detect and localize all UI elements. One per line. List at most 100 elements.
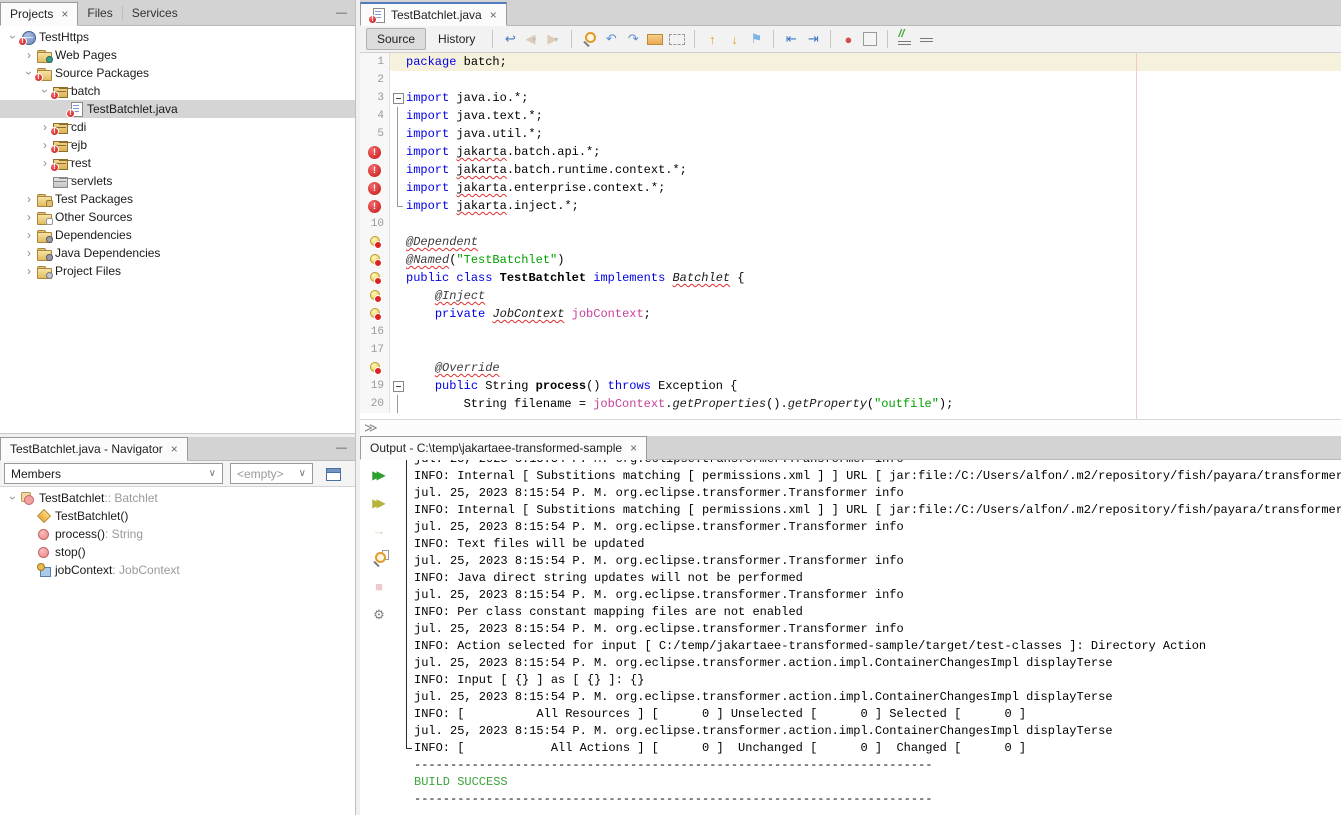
project-tree-item-web-pages[interactable]: ›Web Pages <box>0 46 355 64</box>
minimize-icon[interactable]: — <box>336 442 347 454</box>
expand-icon[interactable]: › <box>22 192 36 206</box>
navigator-item-label: jobContext <box>55 563 112 577</box>
project-tree-item-project-files[interactable]: ›Project Files <box>0 262 355 280</box>
code-editor[interactable]: 1package batch;23import java.io.*;4impor… <box>360 53 1341 419</box>
project-tree-item-source-packages[interactable]: ›!Source Packages <box>0 64 355 82</box>
shift-line-right-icon[interactable]: ⇥ <box>803 29 823 49</box>
collapse-icon[interactable]: › <box>6 491 20 505</box>
find-in-output-icon[interactable] <box>368 548 390 569</box>
hint-gutter-icon[interactable] <box>360 305 390 323</box>
hint-gutter-icon[interactable] <box>360 233 390 251</box>
project-tree-item-java-dependencies[interactable]: ›Java Dependencies <box>0 244 355 262</box>
uncomment-icon[interactable] <box>917 29 937 49</box>
expand-icon[interactable]: › <box>22 210 36 224</box>
output-tab[interactable]: Output - C:\temp\jakartaee-transformed-s… <box>360 436 647 460</box>
rerun-with-different-parameters-icon[interactable]: ▶▶ <box>368 492 390 513</box>
toggle-bookmark-icon[interactable]: ⚑ <box>746 29 766 49</box>
dropdown-caret-icon[interactable]: ▾ <box>554 35 561 44</box>
log-line: INFO: Internal [ Substitions matching [ … <box>414 502 1341 519</box>
expand-icon[interactable]: › <box>22 48 36 62</box>
project-tree-item-label: TestBatchlet.java <box>87 102 178 116</box>
hint-gutter-icon[interactable] <box>360 359 390 377</box>
fold-collapse-icon[interactable] <box>390 89 406 107</box>
tab-projects[interactable]: Projects × <box>0 2 78 26</box>
history-button[interactable]: History <box>428 29 485 49</box>
dropdown-caret-icon[interactable]: ▾ <box>532 35 539 44</box>
navigator-item-label: process() <box>55 527 105 541</box>
project-tree-item-testbatchlet-java[interactable]: ›!TestBatchlet.java <box>0 100 355 118</box>
toggle-rectangular-selection-icon[interactable] <box>667 29 687 49</box>
comment-icon[interactable] <box>895 29 915 49</box>
output-tab-strip: Output - C:\temp\jakartaee-transformed-s… <box>360 436 1341 460</box>
tab-files[interactable]: Files <box>78 1 121 25</box>
build-options-icon[interactable]: ⚙ <box>368 604 390 625</box>
error-gutter-icon[interactable]: ! <box>360 197 390 215</box>
hint-gutter-icon[interactable] <box>360 251 390 269</box>
page-badge-icon <box>46 218 53 225</box>
rerun-icon[interactable]: ▶▶ <box>368 464 390 485</box>
hint-gutter-icon[interactable] <box>360 269 390 287</box>
fold-guide <box>390 395 406 413</box>
close-icon[interactable]: × <box>490 8 497 22</box>
navigator-item-process[interactable]: ›process() : String <box>0 525 355 543</box>
find-selection-icon[interactable] <box>579 29 599 49</box>
output-log[interactable]: jul. 25, 2023 8:15:54 P. M. org.eclipse.… <box>404 460 1341 815</box>
expand-icon[interactable]: › <box>22 246 36 260</box>
expand-icon[interactable]: › <box>22 264 36 278</box>
navigator-tab-label: TestBatchlet.java - Navigator <box>10 442 163 456</box>
shift-line-left-icon[interactable]: ⇤ <box>781 29 801 49</box>
navigator-item-testbatchlet[interactable]: ›TestBatchlet() <box>0 507 355 525</box>
navigator-item-stop[interactable]: ›stop() <box>0 543 355 561</box>
error-badge-icon: ! <box>50 127 59 136</box>
right-column: ! TestBatchlet.java × Source History ↩◀▾… <box>360 0 1341 815</box>
project-tree-item-other-sources[interactable]: ›Other Sources <box>0 208 355 226</box>
next-bookmark-icon[interactable]: ↓ <box>724 29 744 49</box>
error-gutter-icon[interactable]: ! <box>360 143 390 161</box>
navigator-item-jobcontext[interactable]: ›jobContext : JobContext <box>0 561 355 579</box>
line-number: 3 <box>360 89 390 107</box>
members-combobox[interactable]: Members ∨ <box>4 463 223 484</box>
project-tree-item-label: cdi <box>71 120 86 134</box>
log-line: INFO: [ All Resources ] [ 0 ] Unselected… <box>414 706 1341 723</box>
code-line-5: 5import java.util.*; <box>360 125 1341 143</box>
source-button[interactable]: Source <box>366 28 426 50</box>
minimize-icon[interactable]: — <box>336 7 347 19</box>
tab-services[interactable]: Services <box>123 1 187 25</box>
error-gutter-icon[interactable]: ! <box>360 161 390 179</box>
inheritance-combobox[interactable]: <empty> ∨ <box>230 463 313 484</box>
navigator-item-testbatchlet[interactable]: ›TestBatchlet :: Batchlet <box>0 489 355 507</box>
project-tree-item-batch[interactable]: ›!batch <box>0 82 355 100</box>
editor-tab-strip: ! TestBatchlet.java × <box>360 0 1341 26</box>
package-gray-icon <box>52 173 68 189</box>
find-previous-occurrence-icon[interactable]: ↶ <box>601 29 621 49</box>
project-tree-item-testhttps[interactable]: ›!TestHttps <box>0 28 355 46</box>
project-tree-item-test-packages[interactable]: ›Test Packages <box>0 190 355 208</box>
tab-navigator[interactable]: TestBatchlet.java - Navigator × <box>0 437 188 461</box>
last-edit-location-icon[interactable]: ↩ <box>500 29 520 49</box>
close-icon[interactable]: × <box>61 7 68 21</box>
fold-collapse-icon[interactable] <box>390 377 406 395</box>
line-number: 4 <box>360 107 390 125</box>
editor-tab-testbatchlet[interactable]: ! TestBatchlet.java × <box>360 2 507 26</box>
project-tree-item-rest[interactable]: ›!rest <box>0 154 355 172</box>
close-icon[interactable]: × <box>630 441 637 455</box>
hint-gutter-icon[interactable] <box>360 287 390 305</box>
show-inherited-members-button[interactable] <box>320 463 346 485</box>
log-line: INFO: Java direct string updates will no… <box>414 570 1341 587</box>
project-tree-item-cdi[interactable]: ›!cdi <box>0 118 355 136</box>
error-gutter-icon[interactable]: ! <box>360 179 390 197</box>
project-tree-item-dependencies[interactable]: ›Dependencies <box>0 226 355 244</box>
previous-bookmark-icon[interactable]: ↑ <box>702 29 722 49</box>
close-icon[interactable]: × <box>171 442 178 456</box>
start-macro-recording-icon[interactable]: ● <box>838 29 858 49</box>
output-fold-guide[interactable] <box>406 460 412 749</box>
toggle-highlight-search-icon[interactable] <box>645 29 665 49</box>
find-next-occurrence-icon[interactable]: ↷ <box>623 29 643 49</box>
expand-icon[interactable]: › <box>22 228 36 242</box>
project-tree-item-ejb[interactable]: ›!ejb <box>0 136 355 154</box>
project-tree-item-servlets[interactable]: ›servlets <box>0 172 355 190</box>
toggle-bookmark-icon: ⚑ <box>751 31 763 47</box>
stop-macro-recording-icon[interactable] <box>860 29 880 49</box>
code-line-body: import java.util.*; <box>390 125 1341 143</box>
expand-fold-icon[interactable]: ≫ <box>364 420 378 436</box>
